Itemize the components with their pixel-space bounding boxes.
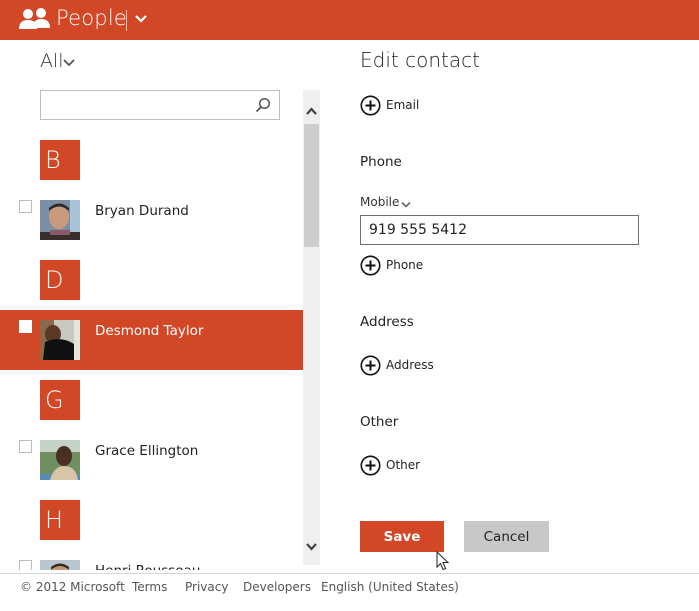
avatar bbox=[40, 200, 80, 240]
group-header-b[interactable]: B bbox=[40, 140, 80, 180]
app-title[interactable]: People bbox=[56, 6, 127, 30]
avatar bbox=[40, 320, 80, 360]
page-title: Edit contact bbox=[360, 48, 480, 72]
contact-name: Bryan Durand bbox=[95, 203, 189, 219]
group-header-g[interactable]: G bbox=[40, 380, 80, 420]
add-circle-icon bbox=[360, 95, 381, 115]
mobile-phone-field[interactable] bbox=[360, 215, 639, 245]
add-phone-label: Phone bbox=[386, 258, 424, 272]
search-box[interactable] bbox=[40, 90, 280, 120]
add-address-label: Address bbox=[386, 358, 434, 372]
mouse-pointer-icon bbox=[436, 551, 450, 571]
other-section-heading: Other bbox=[360, 414, 399, 430]
scroll-down-icon[interactable] bbox=[305, 542, 318, 552]
phone-section-heading: Phone bbox=[360, 154, 402, 170]
search-icon[interactable] bbox=[255, 97, 271, 113]
top-bar: People bbox=[0, 0, 699, 40]
app-menu-chevron-icon[interactable] bbox=[134, 13, 148, 25]
footer-link-language[interactable]: English (United States) bbox=[321, 580, 459, 594]
footer-link-terms[interactable]: Terms bbox=[132, 580, 167, 594]
people-icon bbox=[19, 8, 50, 29]
address-section-heading: Address bbox=[360, 314, 414, 330]
copyright-text: © 2012 Microsoft bbox=[20, 580, 125, 594]
add-other-label: Other bbox=[386, 458, 421, 472]
contact-list: B Bryan Durand D Desmond Taylor G Grace … bbox=[0, 130, 303, 570]
filter-dropdown[interactable]: All bbox=[40, 50, 64, 72]
phone-type-chevron-down-icon[interactable] bbox=[401, 201, 411, 208]
contact-row-selected[interactable]: Desmond Taylor bbox=[0, 310, 303, 370]
list-scrollbar[interactable] bbox=[303, 90, 320, 565]
contact-name: Desmond Taylor bbox=[95, 323, 204, 339]
add-circle-icon bbox=[360, 455, 381, 475]
add-circle-icon bbox=[360, 255, 381, 275]
footer-link-privacy[interactable]: Privacy bbox=[185, 580, 228, 594]
add-email-button[interactable]: Email bbox=[360, 94, 419, 116]
scrollbar-thumb[interactable] bbox=[304, 124, 319, 247]
add-email-label: Email bbox=[386, 98, 420, 112]
save-button[interactable]: Save bbox=[360, 521, 444, 552]
scroll-up-icon[interactable] bbox=[305, 106, 318, 116]
filter-chevron-down-icon[interactable] bbox=[63, 58, 75, 67]
add-address-button[interactable]: Address bbox=[360, 354, 434, 376]
contact-name: Grace Ellington bbox=[95, 443, 199, 459]
contact-checkbox[interactable] bbox=[19, 560, 32, 570]
contact-name: Henri Rousseau bbox=[95, 563, 200, 570]
search-input[interactable] bbox=[41, 91, 246, 119]
cancel-button[interactable]: Cancel bbox=[464, 521, 549, 552]
footer-link-developers[interactable]: Developers bbox=[243, 580, 311, 594]
phone-type-dropdown[interactable]: Mobile bbox=[360, 195, 399, 209]
add-phone-button[interactable]: Phone bbox=[360, 254, 423, 276]
contact-checkbox[interactable] bbox=[19, 440, 32, 453]
group-header-d[interactable]: D bbox=[40, 260, 80, 300]
contact-row[interactable]: Grace Ellington bbox=[0, 430, 303, 490]
contact-checkbox[interactable] bbox=[19, 200, 32, 213]
group-header-h[interactable]: H bbox=[40, 500, 80, 540]
avatar bbox=[40, 440, 80, 480]
contact-row[interactable]: Bryan Durand bbox=[0, 190, 303, 250]
add-other-button[interactable]: Other bbox=[360, 454, 420, 476]
title-divider bbox=[126, 10, 127, 31]
add-circle-icon bbox=[360, 355, 381, 375]
contact-row[interactable]: Henri Rousseau bbox=[0, 550, 303, 570]
contact-checkbox[interactable] bbox=[19, 320, 32, 333]
avatar bbox=[40, 560, 80, 570]
footer: © 2012 Microsoft Terms Privacy Developer… bbox=[0, 573, 699, 611]
